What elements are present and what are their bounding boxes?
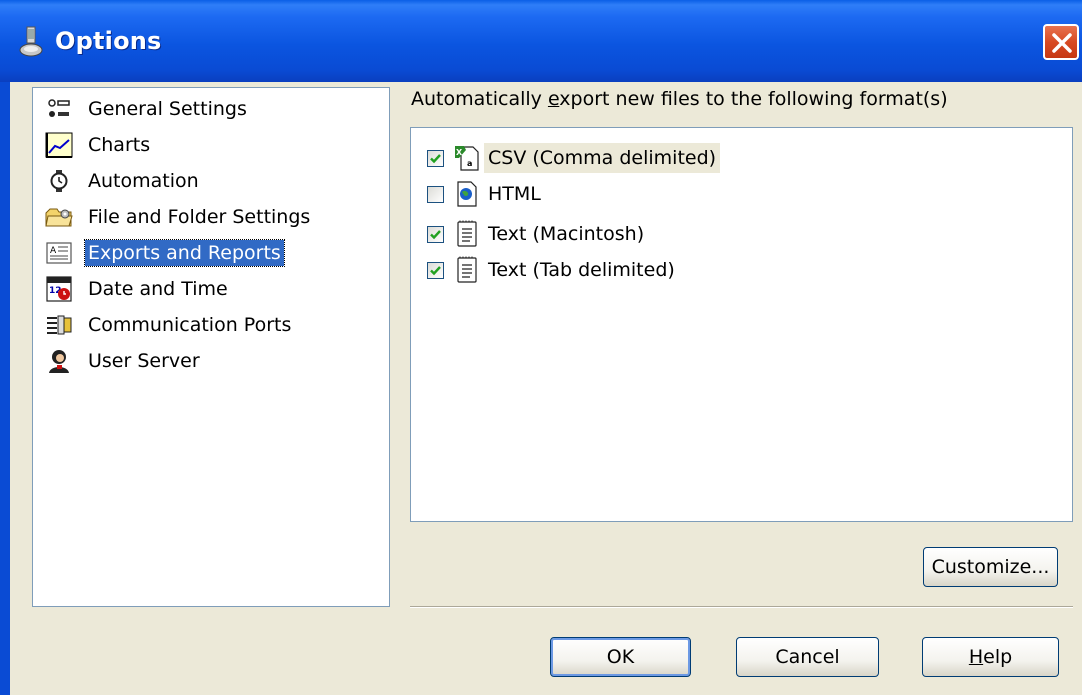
user-server-icon bbox=[45, 347, 73, 375]
customize-button[interactable]: Customize... bbox=[923, 547, 1058, 587]
tree-item-label: General Settings bbox=[88, 98, 247, 120]
tree-item-label: Communication Ports bbox=[88, 314, 292, 336]
export-label-prefix: Automatically bbox=[411, 88, 548, 110]
window-title: Options bbox=[55, 27, 162, 55]
tree-item-communication-ports[interactable]: Communication Ports bbox=[45, 308, 294, 342]
svg-text:A: A bbox=[50, 246, 57, 256]
checkmark-icon bbox=[430, 153, 441, 163]
tree-item-charts[interactable]: Charts bbox=[45, 128, 153, 162]
tree-item-label: Automation bbox=[88, 170, 199, 192]
text-document-icon bbox=[454, 219, 480, 249]
html-checkbox[interactable] bbox=[427, 185, 444, 203]
close-icon bbox=[1052, 33, 1072, 53]
help-label-rest: elp bbox=[983, 646, 1013, 668]
format-row-csv[interactable]: a X CSV (Comma delimited) bbox=[427, 140, 721, 176]
text-tab-checkbox[interactable] bbox=[427, 261, 444, 279]
checkmark-icon bbox=[430, 229, 441, 239]
tree-item-general-settings[interactable]: General Settings bbox=[45, 92, 250, 126]
format-label: Text (Tab delimited) bbox=[488, 259, 675, 281]
format-row-text-tab[interactable]: Text (Tab delimited) bbox=[427, 252, 679, 288]
communication-ports-icon bbox=[45, 311, 73, 339]
cancel-button[interactable]: Cancel bbox=[736, 637, 879, 677]
window-left-border bbox=[0, 82, 10, 695]
export-formats-list[interactable]: a X CSV (Comma delimited) HTML Text (Mac… bbox=[410, 127, 1073, 522]
tree-item-label: File and Folder Settings bbox=[88, 206, 311, 228]
category-tree[interactable]: General Settings Charts Automation File … bbox=[32, 87, 390, 607]
svg-text:a: a bbox=[467, 159, 472, 168]
tree-item-date-time[interactable]: 12 Date and Time bbox=[45, 272, 231, 306]
tree-item-user-server[interactable]: User Server bbox=[45, 344, 203, 378]
tree-item-label: Charts bbox=[88, 134, 151, 156]
button-separator bbox=[410, 606, 1073, 608]
format-label: CSV (Comma delimited) bbox=[484, 143, 721, 173]
format-label: HTML bbox=[488, 183, 541, 205]
ok-button[interactable]: OK bbox=[550, 637, 691, 677]
checkmark-icon bbox=[430, 265, 441, 275]
exports-reports-icon: A bbox=[45, 239, 73, 267]
tree-item-file-folder-settings[interactable]: File and Folder Settings bbox=[45, 200, 313, 234]
tree-item-label: Exports and Reports bbox=[84, 239, 285, 267]
export-label-mnemonic: e bbox=[547, 88, 560, 110]
format-label: Text (Macintosh) bbox=[488, 223, 645, 245]
title-bar[interactable]: Options bbox=[0, 0, 1082, 82]
general-settings-icon bbox=[45, 95, 73, 123]
excel-csv-icon: a X bbox=[454, 143, 480, 173]
tree-item-automation[interactable]: Automation bbox=[45, 164, 202, 198]
format-row-text-macintosh[interactable]: Text (Macintosh) bbox=[427, 216, 648, 252]
date-time-icon: 12 bbox=[45, 275, 73, 303]
close-button[interactable] bbox=[1043, 24, 1079, 60]
csv-checkbox[interactable] bbox=[427, 149, 444, 167]
export-formats-label: Automatically export new files to the fo… bbox=[411, 88, 948, 110]
automation-icon bbox=[45, 167, 73, 195]
options-dialog: Options General Settings Charts Automati… bbox=[0, 0, 1082, 695]
export-label-suffix: xport new files to the following format(… bbox=[559, 88, 948, 110]
text-macintosh-checkbox[interactable] bbox=[427, 225, 444, 243]
svg-text:X: X bbox=[456, 148, 463, 157]
tree-item-label: Date and Time bbox=[88, 278, 228, 300]
help-button[interactable]: Help bbox=[922, 637, 1059, 677]
text-document-icon bbox=[454, 255, 480, 285]
options-app-icon bbox=[18, 26, 44, 58]
html-document-icon bbox=[454, 179, 480, 209]
charts-icon bbox=[45, 131, 73, 159]
format-row-html[interactable]: HTML bbox=[427, 176, 545, 212]
folder-settings-icon bbox=[45, 203, 73, 231]
tree-item-label: User Server bbox=[88, 350, 200, 372]
help-mnemonic: H bbox=[968, 646, 984, 668]
tree-item-exports-reports[interactable]: A Exports and Reports bbox=[45, 236, 285, 270]
